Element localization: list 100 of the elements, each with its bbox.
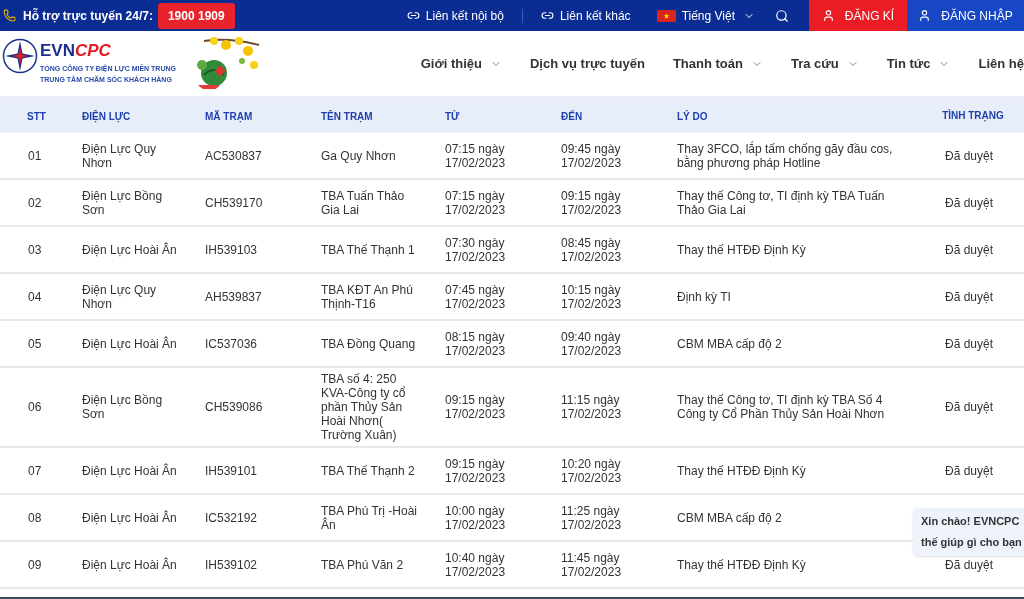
row-number: 05 (28, 335, 42, 353)
row-number: 09 (28, 556, 42, 574)
login-button[interactable]: ĐĂNG NHẬP (907, 0, 1024, 31)
nav-item[interactable]: Tra cứu (790, 53, 859, 74)
user-icon (821, 9, 835, 22)
reason-cell: Định kỳ TI (677, 289, 731, 304)
column-header: STT (27, 111, 46, 122)
column-header: ĐẾN (561, 111, 583, 122)
logo-wordmark: EVNCPC (40, 41, 112, 61)
search-icon[interactable] (775, 8, 789, 23)
unit-cell-text: Điện Lực Bồng Sơn (82, 188, 164, 217)
unit-cell-text: Điện Lực Bồng Sơn (82, 393, 164, 421)
column-header: ĐIỆN LỰC (82, 111, 131, 122)
station-cell: TBA Thế Thạnh 1 (321, 242, 415, 257)
end-time-cell-text: 08:45 ngày 17/02/2023 (561, 235, 623, 264)
link-icon (540, 9, 554, 22)
code-cell: IC537036 (205, 336, 258, 351)
start-time-cell-text: 10:40 ngày 17/02/2023 (445, 550, 507, 579)
nav-item[interactable]: Dịch vụ trực tuyến (530, 53, 645, 74)
chat-text: Xin chào! EVNCPC (921, 514, 1021, 529)
code-cell: AC530837 (205, 148, 262, 163)
end-time-cell-text: 10:20 ngày 17/02/2023 (561, 456, 623, 485)
row-number: 03 (28, 241, 42, 259)
column-header: TÊN TRẠM (321, 111, 373, 122)
status-cell: Đã duyệt (945, 336, 993, 351)
language-selector[interactable]: Tiếng Việt (681, 6, 755, 25)
start-time-cell-text: 10:00 ngày 17/02/2023 (445, 503, 507, 532)
code-cell: CH539170 (205, 195, 263, 210)
reason-cell-text: Thay thế Công tơ, TI định kỳ TBA Số 4 Công ty Cổ Phần Thủy Sản Hoài Nhơn (677, 393, 886, 421)
start-time-cell-text: 09:15 ngày 17/02/2023 (445, 456, 507, 485)
reason-cell: Thay thế HTĐĐ Định Kỳ (677, 557, 806, 572)
register-button[interactable]: ĐĂNG KÍ (809, 0, 907, 31)
column-header: LÝ DO (677, 111, 708, 122)
row-number: 07 (28, 462, 42, 480)
row-number: 04 (28, 288, 42, 306)
start-time-cell-text: 07:15 ngày 17/02/2023 (445, 188, 507, 217)
start-time-cell-text: 08:15 ngày 17/02/2023 (445, 329, 507, 358)
row-number: 06 (28, 399, 42, 416)
nav-item[interactable]: Giới thiệu (420, 53, 502, 74)
unit-cell-text: Điện Lực Quy Nhơn (82, 282, 158, 311)
phone-icon (3, 9, 16, 22)
status-cell: Đã duyệt (945, 195, 993, 210)
reason-cell: CBM MBA cấp độ 2 (677, 510, 782, 525)
end-time-cell-text: 11:25 ngày 17/02/2023 (561, 503, 623, 532)
link[interactable]: Liên kết nội bộ (406, 6, 504, 25)
reason-cell-text: Thay thế Công tơ, TI định kỳ TBA Tuấn Thảo Gia Lai (677, 188, 886, 217)
unit-cell: Điện Lực Hoài Ân (82, 463, 177, 478)
column-header: TỪ (445, 111, 460, 122)
code-cell: IC532192 (205, 510, 258, 525)
code-cell: IH539103 (205, 242, 258, 257)
flag-icon (656, 9, 676, 22)
station-cell-text: TBA Tuấn Thảo Gia Lai (321, 188, 406, 217)
star-logo-icon (2, 38, 38, 74)
end-time-cell-text: 11:15 ngày 17/02/2023 (561, 393, 623, 421)
station-cell-text: TBA số 4: 250 KVA-Công ty cổ phần Thủy Sản Hoài Nhơn( Trường Xuân) (321, 372, 407, 442)
code-cell: AH539837 (205, 289, 262, 304)
station-cell: TBA Phú Văn 2 (321, 557, 404, 572)
link[interactable]: Liên kết khác (540, 6, 631, 25)
code-cell: IH539102 (205, 557, 258, 572)
nav-item[interactable]: Thanh toán (672, 53, 763, 74)
station-cell: TBA Đồng Quang (321, 336, 416, 351)
end-time-cell-text: 11:45 ngày 17/02/2023 (561, 550, 623, 579)
station-cell: TBA Phú Trị -Hoài Ân (321, 503, 419, 532)
unit-cell: Điện Lực Hoài Ân (82, 336, 177, 351)
start-time-cell-text: 07:15 ngày 17/02/2023 (445, 141, 507, 170)
unit-cell-text: Điện Lực Quy Nhơn (82, 141, 158, 170)
status-cell: Đã duyệt (945, 289, 993, 304)
chat-text: thế giúp gì cho bạn (921, 535, 1023, 551)
end-time-cell-text: 09:15 ngày 17/02/2023 (561, 188, 623, 217)
status-cell: Đã duyệt (945, 400, 993, 414)
user-icon (918, 9, 932, 22)
support-label: Hỗ trợ trực tuyến 24/7: (23, 7, 153, 25)
unit-cell: Điện Lực Hoài Ân (82, 510, 177, 525)
link-icon (406, 9, 420, 22)
reason-cell: Thay thế HTĐĐ Định Kỳ (677, 242, 806, 257)
end-time-cell-text: 09:45 ngày 17/02/2023 (561, 141, 623, 170)
start-time-cell-text: 07:30 ngày 17/02/2023 (445, 235, 507, 264)
end-time-cell-text: 10:15 ngày 17/02/2023 (561, 282, 623, 311)
column-header: TÌNH TRẠNG (942, 108, 1004, 123)
end-time-cell-text: 09:40 ngày 17/02/2023 (561, 329, 623, 358)
station-cell: Ga Quy Nhơn (321, 148, 396, 163)
row-number: 02 (28, 194, 42, 212)
row-number: 08 (28, 509, 42, 527)
reason-cell: Thay thế HTĐĐ Định Kỳ (677, 463, 806, 478)
station-cell: TBA Thế Thạnh 2 (321, 463, 415, 478)
chat-bubble[interactable]: Xin chào! EVNCPC thế giúp gì cho bạn (913, 508, 1024, 556)
status-cell: Đã duyệt (945, 242, 993, 257)
hotline-badge[interactable]: 1900 1909 (157, 2, 235, 29)
reason-cell-text: Thay 3FCO, lắp tấm chống gãy đầu cos, bằng phương pháp Hotline (677, 141, 894, 170)
code-cell: CH539086 (205, 400, 263, 414)
nav-item[interactable]: Liên hệ (978, 53, 1024, 74)
start-time-cell-text: 09:15 ngày 17/02/2023 (445, 393, 507, 421)
station-cell-text: TBA KĐT An Phú Thịnh-T16 (321, 282, 414, 311)
unit-cell: Điện Lực Hoài Ân (82, 557, 177, 572)
status-cell: Đã duyệt (945, 148, 993, 163)
status-cell: Đã duyệt (945, 463, 993, 478)
unit-cell: Điện Lực Hoài Ân (82, 242, 177, 257)
row-number: 01 (28, 147, 42, 165)
nav-item[interactable]: Tin tức (886, 53, 951, 74)
start-time-cell-text: 07:45 ngày 17/02/2023 (445, 282, 507, 311)
